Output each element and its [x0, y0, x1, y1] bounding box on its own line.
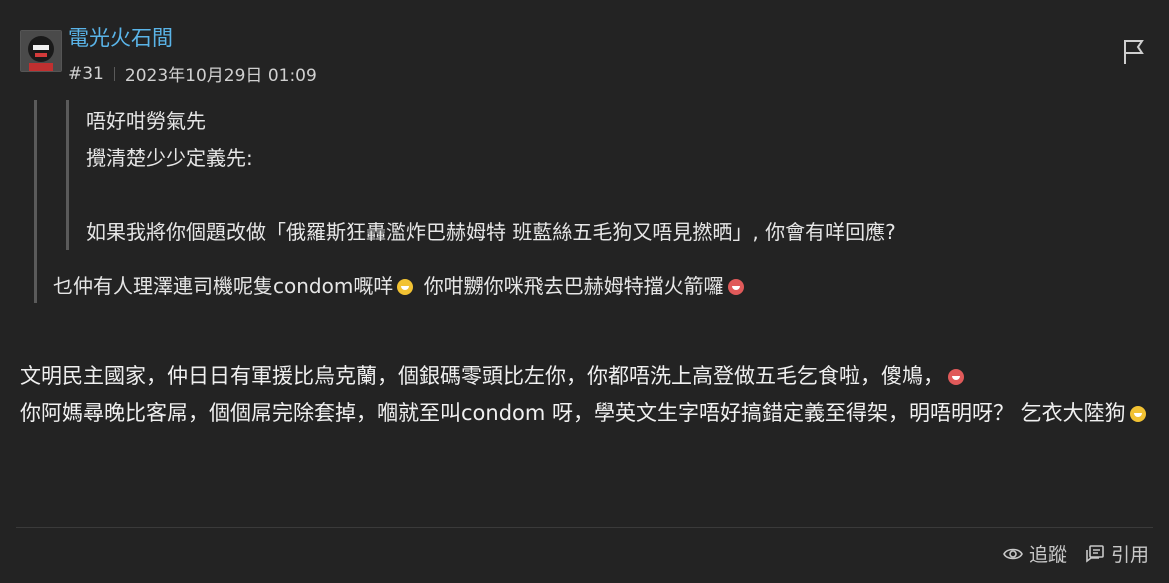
outer-quote-text-after: 你咁嬲你咪飛去巴赫姆特擋火箭囉	[423, 274, 724, 298]
body-text-2: 你阿媽尋晚比客屌，個個屌完除套掉，嗰就至叫condom 呀，學英文生字唔好搞錯定…	[20, 401, 1126, 425]
meta-divider	[113, 66, 115, 81]
outer-quote-text-before: 乜仲有人理澤連司機呢隻condom嘅咩	[53, 274, 394, 298]
quote-line: 唔好咁勞氣先	[86, 109, 206, 133]
post-timestamp: 2023年10月29日 01:09	[124, 66, 317, 86]
quote-bar-outer	[34, 100, 37, 303]
quote-line: 如果我將你個題改做「俄羅斯狂轟濫炸巴赫姆特 班藍絲五毛狗又唔見撚晒」, 你會有咩…	[86, 220, 896, 244]
post-actions: 追蹤 引用	[1003, 540, 1149, 567]
angry-emoji	[948, 369, 964, 385]
body-paragraph: 你阿媽尋晚比客屌，個個屌完除套掉，嗰就至叫condom 呀，學英文生字唔好搞錯定…	[20, 395, 1150, 432]
eye-icon	[1003, 548, 1023, 559]
quote-icon	[1086, 544, 1104, 563]
avatar[interactable]	[20, 30, 62, 72]
floor-number: #31	[68, 63, 104, 84]
angry-emoji	[727, 279, 744, 295]
quote-bar-inner	[66, 100, 69, 250]
quote-button[interactable]: 引用	[1085, 540, 1149, 567]
laugh-emoji	[1129, 406, 1146, 422]
quote-line: 攪清楚少少定義先:	[86, 146, 253, 170]
body-paragraph: 文明民主國家，仲日日有軍援比烏克蘭，個銀碼零頭比左你，你都唔洗上高登做五毛乞食啦…	[20, 358, 1150, 395]
footer-divider	[16, 527, 1153, 528]
post-meta: #31 2023年10月29日 01:09	[68, 61, 317, 87]
laugh-emoji	[397, 279, 414, 295]
quote-line	[86, 177, 896, 214]
nested-quote: 唔好咁勞氣先 攪清楚少少定義先: 如果我將你個題改做「俄羅斯狂轟濫炸巴赫姆特 班…	[86, 103, 896, 251]
post-body: 文明民主國家，仲日日有軍援比烏克蘭，個銀碼零頭比左你，你都唔洗上高登做五毛乞食啦…	[20, 358, 1150, 432]
flag-icon[interactable]	[1120, 36, 1148, 66]
outer-quote-line: 乜仲有人理澤連司機呢隻condom嘅咩 你咁嬲你咪飛去巴赫姆特擋火箭囉	[53, 268, 748, 305]
track-button[interactable]: 追蹤	[1003, 540, 1067, 567]
username[interactable]: 電光火石間	[68, 22, 173, 52]
body-text-1: 文明民主國家，仲日日有軍援比烏克蘭，個銀碼零頭比左你，你都唔洗上高登做五毛乞食啦…	[20, 364, 944, 388]
track-label: 追蹤	[1028, 544, 1067, 566]
quote-label: 引用	[1110, 544, 1149, 566]
